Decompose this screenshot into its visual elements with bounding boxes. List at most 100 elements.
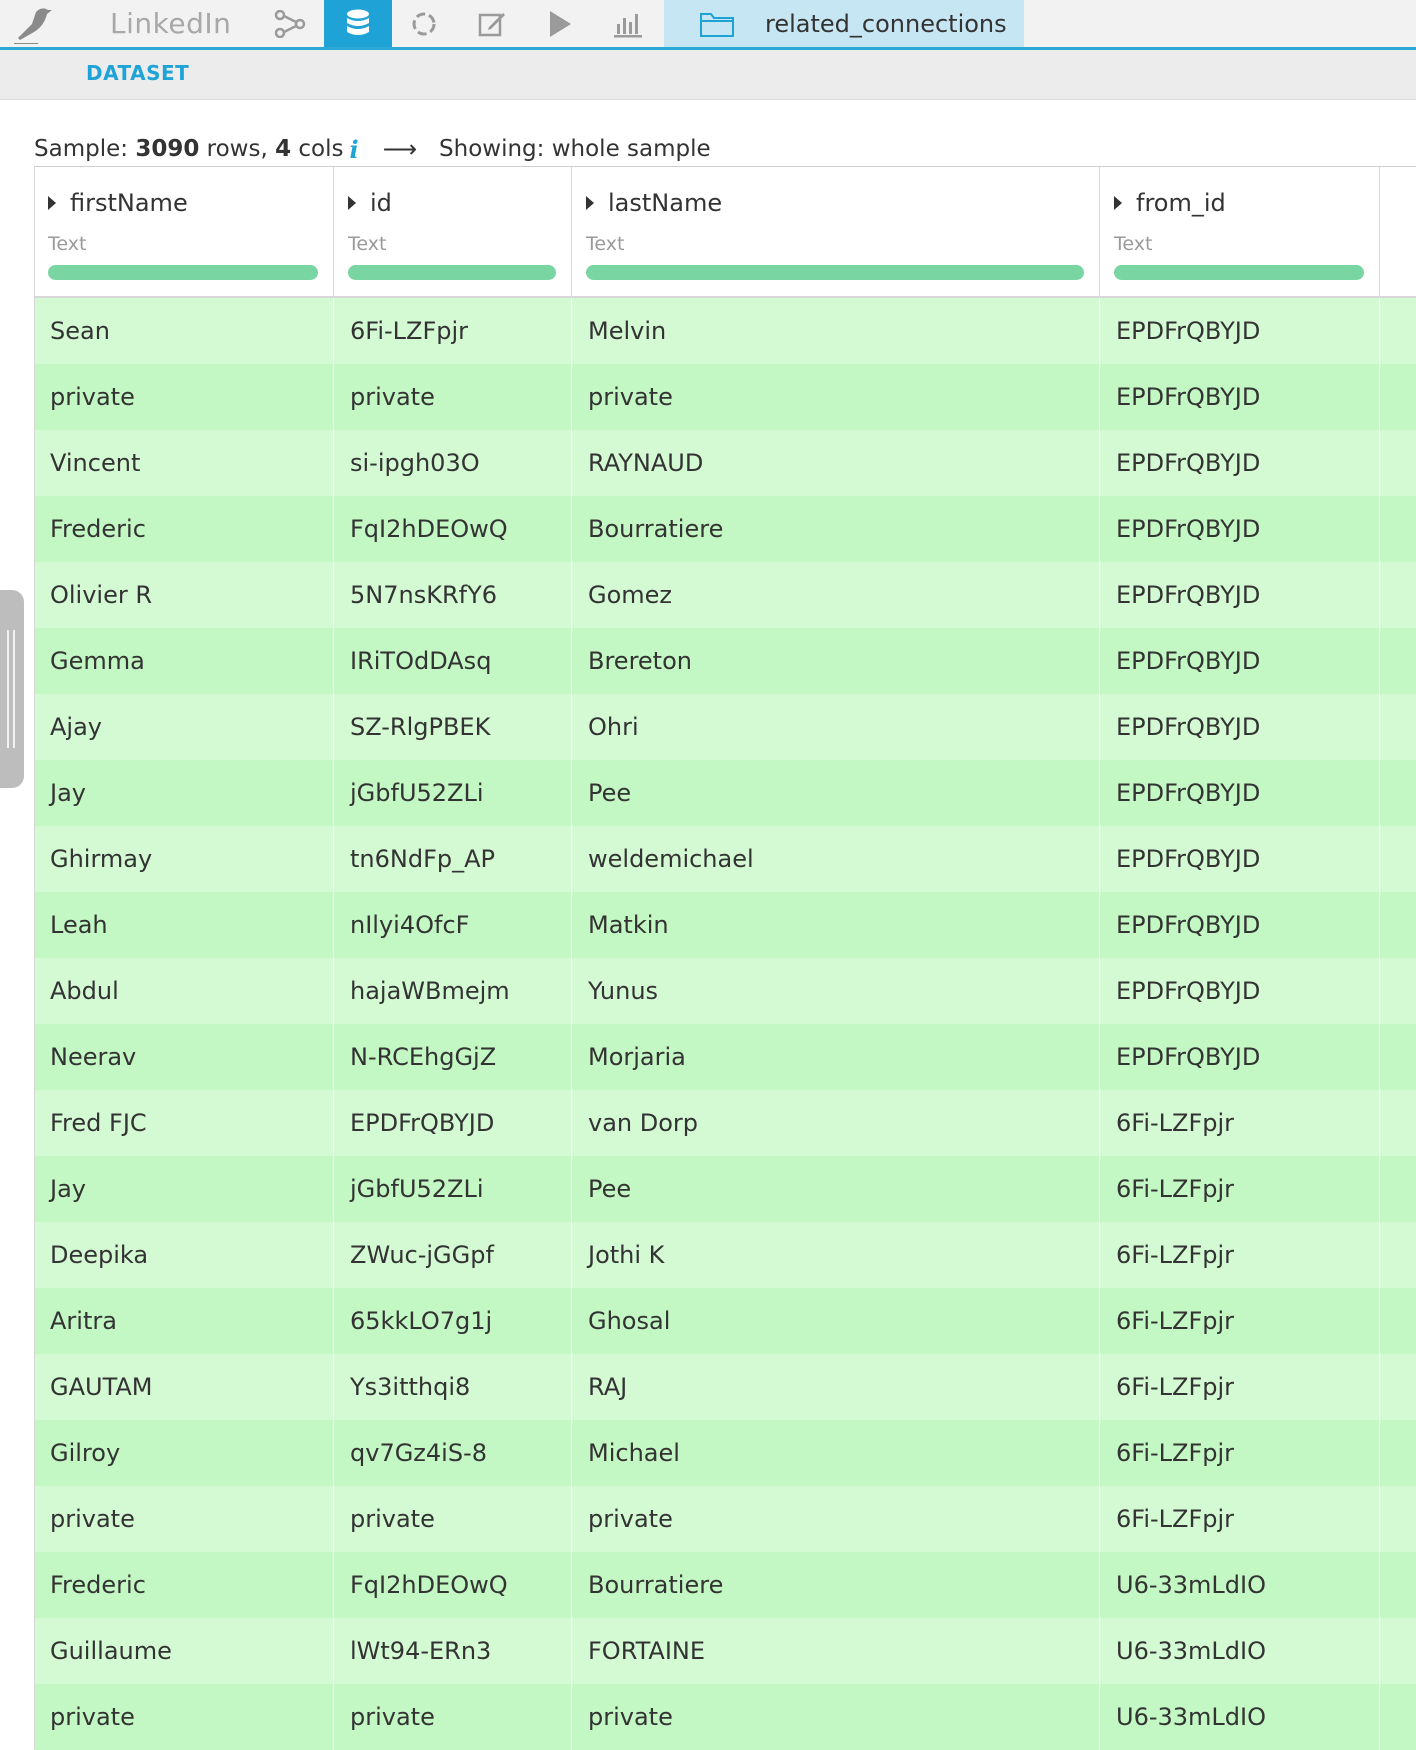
cell-from-id[interactable]: U6-33mLdIO bbox=[1100, 1684, 1380, 1750]
cell-firstname[interactable]: Leah bbox=[34, 892, 334, 958]
cell-id[interactable]: FqI2hDEOwQ bbox=[334, 496, 572, 562]
cell-firstname[interactable]: Aritra bbox=[34, 1288, 334, 1354]
cell-from-id[interactable]: 6Fi-LZFpjr bbox=[1100, 1222, 1380, 1288]
cell-lastname[interactable]: Pee bbox=[572, 1156, 1100, 1222]
cell-id[interactable]: lWt94-ERn3 bbox=[334, 1618, 572, 1684]
cell-from-id[interactable]: EPDFrQBYJD bbox=[1100, 1024, 1380, 1090]
cell-id[interactable]: SZ-RlgPBEK bbox=[334, 694, 572, 760]
datasets-button[interactable] bbox=[324, 0, 392, 47]
cell-lastname[interactable]: Michael bbox=[572, 1420, 1100, 1486]
showing-scope[interactable]: Showing: whole sample bbox=[439, 136, 711, 162]
cell-id[interactable]: 6Fi-LZFpjr bbox=[334, 298, 572, 364]
column-type[interactable]: Text bbox=[48, 233, 86, 255]
cell-firstname[interactable]: Sean bbox=[34, 298, 334, 364]
cell-firstname[interactable]: Ajay bbox=[34, 694, 334, 760]
cell-firstname[interactable]: Gemma bbox=[34, 628, 334, 694]
cell-id[interactable]: si-ipgh03O bbox=[334, 430, 572, 496]
dashboards-button[interactable] bbox=[596, 0, 660, 47]
cell-from-id[interactable]: EPDFrQBYJD bbox=[1100, 694, 1380, 760]
column-header-firstname[interactable]: firstName Text bbox=[34, 167, 334, 296]
cell-firstname[interactable]: Frederic bbox=[34, 496, 334, 562]
cell-lastname[interactable]: van Dorp bbox=[572, 1090, 1100, 1156]
cell-firstname[interactable]: Abdul bbox=[34, 958, 334, 1024]
caret-right-icon[interactable] bbox=[1114, 196, 1122, 210]
project-name-link[interactable]: LinkedIn bbox=[110, 0, 231, 47]
cell-lastname[interactable]: Bourratiere bbox=[572, 496, 1100, 562]
cell-id[interactable]: Ys3itthqi8 bbox=[334, 1354, 572, 1420]
cell-lastname[interactable]: FORTAINE bbox=[572, 1618, 1100, 1684]
cell-firstname[interactable]: Vincent bbox=[34, 430, 334, 496]
column-quality-bar[interactable] bbox=[586, 265, 1084, 280]
cell-id[interactable]: EPDFrQBYJD bbox=[334, 1090, 572, 1156]
cell-lastname[interactable]: private bbox=[572, 364, 1100, 430]
flow-button[interactable] bbox=[262, 0, 318, 47]
cell-firstname[interactable]: Guillaume bbox=[34, 1618, 334, 1684]
column-type[interactable]: Text bbox=[1114, 233, 1152, 255]
cell-firstname[interactable]: private bbox=[34, 364, 334, 430]
cell-id[interactable]: private bbox=[334, 364, 572, 430]
cell-firstname[interactable]: Gilroy bbox=[34, 1420, 334, 1486]
cell-lastname[interactable]: Matkin bbox=[572, 892, 1100, 958]
cell-firstname[interactable]: Jay bbox=[34, 1156, 334, 1222]
column-header-from-id[interactable]: from_id Text bbox=[1100, 167, 1380, 296]
column-type[interactable]: Text bbox=[586, 233, 624, 255]
side-panel-toggle-handle[interactable] bbox=[0, 590, 24, 788]
cell-from-id[interactable]: 6Fi-LZFpjr bbox=[1100, 1354, 1380, 1420]
cell-firstname[interactable]: private bbox=[34, 1486, 334, 1552]
cell-id[interactable]: N-RCEhgGjZ bbox=[334, 1024, 572, 1090]
cell-from-id[interactable]: EPDFrQBYJD bbox=[1100, 628, 1380, 694]
cell-from-id[interactable]: EPDFrQBYJD bbox=[1100, 760, 1380, 826]
cell-id[interactable]: qv7Gz4iS-8 bbox=[334, 1420, 572, 1486]
cell-from-id[interactable]: 6Fi-LZFpjr bbox=[1100, 1156, 1380, 1222]
cell-from-id[interactable]: EPDFrQBYJD bbox=[1100, 826, 1380, 892]
cell-id[interactable]: jGbfU52ZLi bbox=[334, 1156, 572, 1222]
cell-lastname[interactable]: RAJ bbox=[572, 1354, 1100, 1420]
column-type[interactable]: Text bbox=[348, 233, 386, 255]
info-icon[interactable]: i bbox=[350, 135, 359, 164]
cell-id[interactable]: FqI2hDEOwQ bbox=[334, 1552, 572, 1618]
cell-lastname[interactable]: Pee bbox=[572, 760, 1100, 826]
column-header-id[interactable]: id Text bbox=[334, 167, 572, 296]
cell-lastname[interactable]: Morjaria bbox=[572, 1024, 1100, 1090]
caret-right-icon[interactable] bbox=[48, 196, 56, 210]
cell-lastname[interactable]: weldemichael bbox=[572, 826, 1100, 892]
cell-lastname[interactable]: private bbox=[572, 1486, 1100, 1552]
caret-right-icon[interactable] bbox=[586, 196, 594, 210]
cell-from-id[interactable]: EPDFrQBYJD bbox=[1100, 892, 1380, 958]
notebooks-button[interactable] bbox=[460, 0, 524, 47]
cell-from-id[interactable]: U6-33mLdIO bbox=[1100, 1552, 1380, 1618]
cell-lastname[interactable]: Ghosal bbox=[572, 1288, 1100, 1354]
home-logo-button[interactable] bbox=[0, 0, 68, 47]
cell-firstname[interactable]: Frederic bbox=[34, 1552, 334, 1618]
column-quality-bar[interactable] bbox=[1114, 265, 1364, 280]
recipes-button[interactable] bbox=[392, 0, 456, 47]
cell-id[interactable]: nIlyi4OfcF bbox=[334, 892, 572, 958]
cell-from-id[interactable]: 6Fi-LZFpjr bbox=[1100, 1090, 1380, 1156]
cell-firstname[interactable]: Olivier R bbox=[34, 562, 334, 628]
cell-from-id[interactable]: 6Fi-LZFpjr bbox=[1100, 1288, 1380, 1354]
cell-lastname[interactable]: Yunus bbox=[572, 958, 1100, 1024]
cell-id[interactable]: tn6NdFp_AP bbox=[334, 826, 572, 892]
caret-right-icon[interactable] bbox=[348, 196, 356, 210]
cell-from-id[interactable]: 6Fi-LZFpjr bbox=[1100, 1420, 1380, 1486]
cell-firstname[interactable]: private bbox=[34, 1684, 334, 1750]
cell-id[interactable]: IRiTOdDAsq bbox=[334, 628, 572, 694]
cell-id[interactable]: jGbfU52ZLi bbox=[334, 760, 572, 826]
cell-firstname[interactable]: Ghirmay bbox=[34, 826, 334, 892]
cell-id[interactable]: 65kkLO7g1j bbox=[334, 1288, 572, 1354]
jobs-run-button[interactable] bbox=[528, 0, 592, 47]
cell-lastname[interactable]: Bourratiere bbox=[572, 1552, 1100, 1618]
cell-id[interactable]: private bbox=[334, 1486, 572, 1552]
cell-from-id[interactable]: EPDFrQBYJD bbox=[1100, 958, 1380, 1024]
cell-from-id[interactable]: EPDFrQBYJD bbox=[1100, 298, 1380, 364]
cell-from-id[interactable]: EPDFrQBYJD bbox=[1100, 562, 1380, 628]
cell-firstname[interactable]: Deepika bbox=[34, 1222, 334, 1288]
dataset-section-link[interactable]: DATASET bbox=[86, 61, 189, 85]
cell-from-id[interactable]: 6Fi-LZFpjr bbox=[1100, 1486, 1380, 1552]
cell-from-id[interactable]: U6-33mLdIO bbox=[1100, 1618, 1380, 1684]
cell-from-id[interactable]: EPDFrQBYJD bbox=[1100, 364, 1380, 430]
cell-lastname[interactable]: Gomez bbox=[572, 562, 1100, 628]
cell-from-id[interactable]: EPDFrQBYJD bbox=[1100, 430, 1380, 496]
cell-lastname[interactable]: Jothi K bbox=[572, 1222, 1100, 1288]
cell-lastname[interactable]: Melvin bbox=[572, 298, 1100, 364]
